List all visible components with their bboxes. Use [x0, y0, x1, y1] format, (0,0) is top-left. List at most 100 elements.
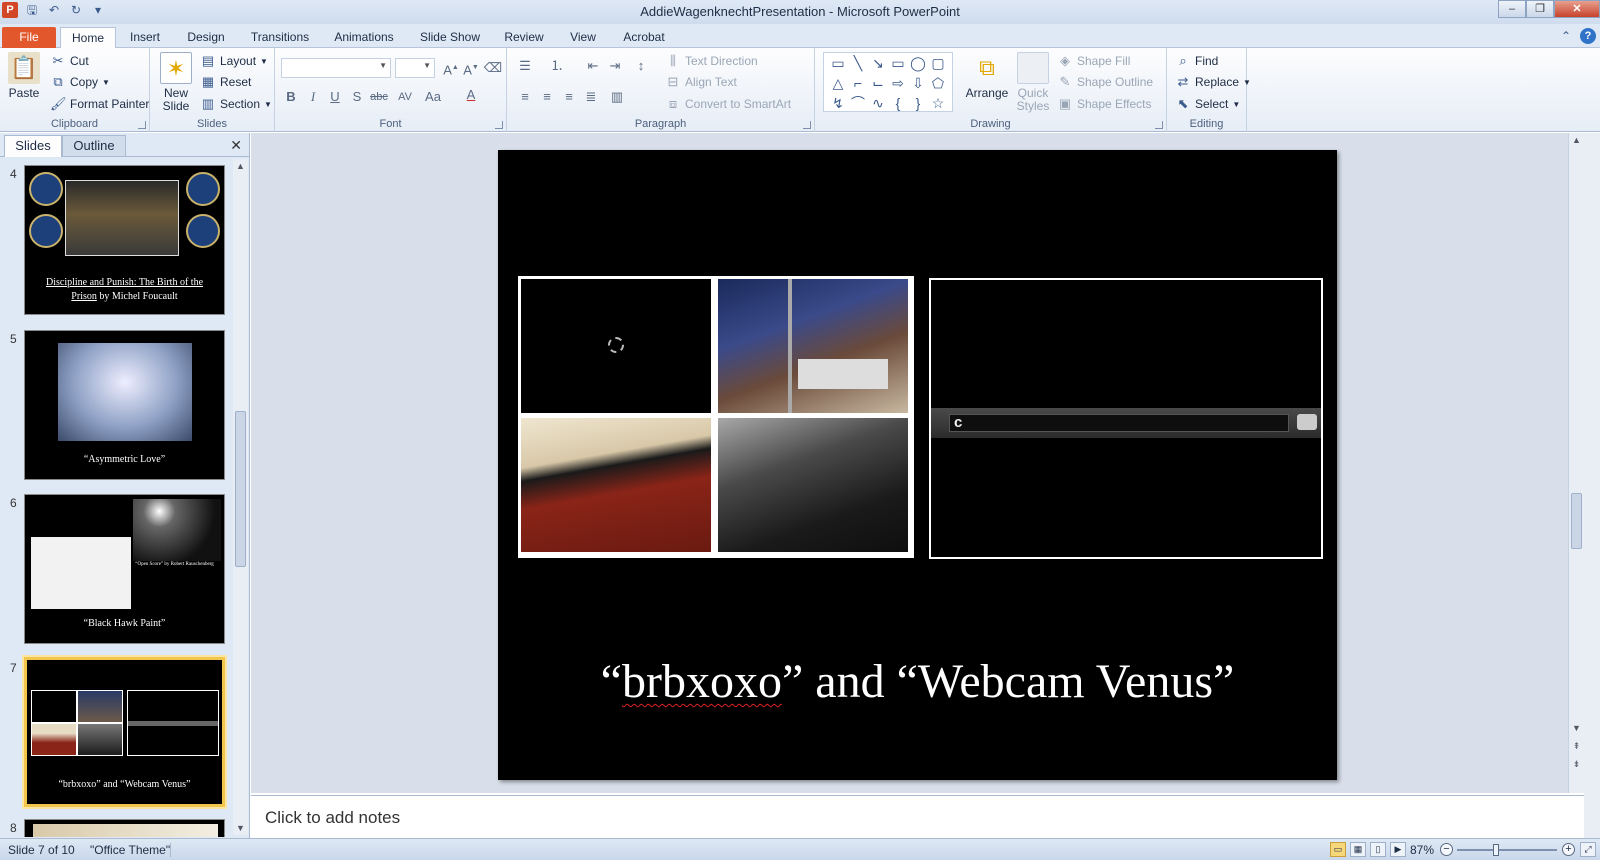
rectangle-shape-icon[interactable]: ▭: [888, 53, 908, 73]
webcam-venus-image[interactable]: c: [929, 278, 1323, 559]
shrink-font-icon[interactable]: A▼: [461, 58, 481, 78]
right-brace-shape-icon[interactable]: }: [908, 93, 928, 113]
line-shape-icon[interactable]: ╲: [848, 53, 868, 73]
restore-button[interactable]: ❐: [1526, 0, 1554, 18]
slide-scrollbar[interactable]: ▲ ▼ ⇞ ⇟: [1568, 133, 1584, 793]
triangle-shape-icon[interactable]: △: [828, 73, 848, 93]
new-slide-button[interactable]: ✶ New Slide: [156, 52, 196, 113]
shape-outline-button[interactable]: ✎ Shape Outline: [1057, 74, 1154, 90]
connector-shape-icon[interactable]: ⌐: [848, 73, 868, 93]
arc-shape-icon[interactable]: ∿: [868, 93, 888, 113]
scrollbar-thumb[interactable]: [1571, 493, 1582, 549]
zoom-slider[interactable]: [1457, 849, 1557, 851]
cut-button[interactable]: ✂ Cut: [50, 53, 89, 69]
underline-button[interactable]: U: [325, 87, 345, 107]
help-icon[interactable]: ?: [1580, 28, 1596, 44]
tab-design[interactable]: Design: [180, 27, 232, 48]
minimize-button[interactable]: –: [1498, 0, 1526, 18]
slide-thumbnail-4[interactable]: Discipline and Punish: The Birth of the …: [24, 165, 225, 315]
clipboard-launcher-icon[interactable]: [138, 121, 146, 129]
align-left-icon[interactable]: ≡: [515, 87, 535, 107]
previous-slide-icon[interactable]: ⇞: [1569, 739, 1584, 753]
pentagon-shape-icon[interactable]: ⬠: [928, 73, 948, 93]
grow-font-icon[interactable]: A▲: [441, 58, 461, 78]
slide-thumbnail-6[interactable]: “Open Score” by Robert Rauschenberg “Bla…: [24, 494, 225, 644]
reading-view-icon[interactable]: ▯: [1370, 842, 1386, 857]
zoom-out-icon[interactable]: −: [1440, 843, 1453, 856]
tab-file[interactable]: File: [2, 27, 56, 48]
scroll-up-icon[interactable]: ▲: [233, 159, 248, 173]
tab-slides-panel[interactable]: Slides: [4, 135, 62, 157]
curve-shape-icon[interactable]: ⌒: [848, 93, 868, 113]
tab-transitions[interactable]: Transitions: [244, 27, 316, 48]
zoom-slider-knob[interactable]: [1493, 844, 1499, 856]
slide-thumbnail-5[interactable]: “Asymmetric Love”: [24, 330, 225, 480]
text-direction-button[interactable]: ⫼ Text Direction: [665, 53, 758, 69]
slide-show-icon[interactable]: ▶: [1390, 842, 1406, 857]
theme-name[interactable]: "Office Theme": [90, 843, 170, 857]
tab-home[interactable]: Home: [60, 27, 116, 48]
bullets-icon[interactable]: ☰: [515, 56, 535, 76]
character-spacing-button[interactable]: AV: [395, 87, 415, 107]
scrollbar-thumb[interactable]: [235, 411, 246, 567]
webcam-grid-image[interactable]: [518, 276, 914, 558]
slide-thumbnail-7[interactable]: “brbxoxo” and “Webcam Venus”: [24, 657, 225, 807]
clear-formatting-icon[interactable]: ⌫: [483, 58, 503, 78]
change-case-button[interactable]: Aa: [423, 87, 443, 107]
quick-styles-button[interactable]: Quick Styles: [1013, 52, 1053, 113]
close-icon[interactable]: ✕: [230, 137, 242, 154]
tab-animations[interactable]: Animations: [328, 27, 400, 48]
slide-title[interactable]: “brbxoxo” and “Webcam Venus”: [498, 654, 1337, 709]
font-size-combo[interactable]: ▼: [395, 58, 435, 78]
replace-button[interactable]: ⇄ Replace ▼: [1175, 74, 1251, 90]
normal-view-icon[interactable]: ▭: [1330, 842, 1346, 857]
justify-icon[interactable]: ≣: [581, 87, 601, 107]
decrease-indent-icon[interactable]: ⇤: [583, 56, 603, 76]
format-painter-button[interactable]: 🖌 Format Painter: [50, 96, 149, 112]
increase-indent-icon[interactable]: ⇥: [605, 56, 625, 76]
left-brace-shape-icon[interactable]: {: [888, 93, 908, 113]
notes-pane[interactable]: Click to add notes: [251, 795, 1584, 838]
notes-placeholder[interactable]: Click to add notes: [265, 808, 400, 828]
down-arrow-shape-icon[interactable]: ⇩: [908, 73, 928, 93]
shapes-gallery[interactable]: ▭ ╲ ↘ ▭ ◯ ▢ △ ⌐ ⌙ ⇨ ⇩ ⬠ ↯ ⌒ ∿ { } ☆: [823, 52, 953, 112]
minimize-ribbon-icon[interactable]: ⌃: [1558, 28, 1574, 44]
star-shape-icon[interactable]: ☆: [928, 93, 948, 113]
zoom-level[interactable]: 87%: [1410, 843, 1434, 857]
tab-slide-show[interactable]: Slide Show: [414, 27, 486, 48]
section-button[interactable]: ▥ Section ▼: [200, 96, 272, 112]
numbering-icon[interactable]: ⒈: [547, 56, 567, 76]
align-right-icon[interactable]: ≡: [559, 87, 579, 107]
find-button[interactable]: ⌕ Find: [1175, 53, 1218, 69]
slide-thumbnail-8[interactable]: [24, 819, 225, 837]
align-text-button[interactable]: ⊟ Align Text: [665, 74, 737, 90]
scroll-down-icon[interactable]: ▼: [1569, 721, 1584, 735]
zoom-in-icon[interactable]: +: [1562, 843, 1575, 856]
next-slide-icon[interactable]: ⇟: [1569, 757, 1584, 771]
textbox-shape-icon[interactable]: ▭: [828, 53, 848, 73]
convert-smartart-button[interactable]: ⧈ Convert to SmartArt: [665, 96, 791, 112]
tab-insert[interactable]: Insert: [120, 27, 170, 48]
slide-sorter-icon[interactable]: ▦: [1350, 842, 1366, 857]
tab-review[interactable]: Review: [498, 27, 550, 48]
italic-button[interactable]: I: [303, 87, 323, 107]
strikethrough-button[interactable]: abc: [369, 87, 389, 107]
tab-view[interactable]: View: [560, 27, 606, 48]
shape-fill-button[interactable]: ◈ Shape Fill: [1057, 53, 1130, 69]
bold-button[interactable]: B: [281, 87, 301, 107]
tab-outline-panel[interactable]: Outline: [62, 135, 126, 157]
select-button[interactable]: ⬉ Select ▼: [1175, 96, 1241, 112]
line-spacing-icon[interactable]: ↕: [631, 56, 651, 76]
layout-button[interactable]: ▤ Layout ▼: [200, 53, 268, 69]
align-center-icon[interactable]: ≡: [537, 87, 557, 107]
right-arrow-shape-icon[interactable]: ⇨: [888, 73, 908, 93]
scroll-up-icon[interactable]: ▲: [1569, 133, 1584, 147]
tab-acrobat[interactable]: Acrobat: [616, 27, 672, 48]
oval-shape-icon[interactable]: ◯: [908, 53, 928, 73]
current-slide[interactable]: c “brbxoxo” and “Webcam Venus”: [498, 150, 1337, 780]
font-color-button[interactable]: A: [461, 85, 481, 105]
fit-to-window-icon[interactable]: ⤢: [1580, 842, 1596, 857]
font-launcher-icon[interactable]: [495, 121, 503, 129]
arrange-button[interactable]: ⧉ Arrange: [965, 52, 1009, 100]
font-family-combo[interactable]: ▼: [281, 58, 391, 78]
